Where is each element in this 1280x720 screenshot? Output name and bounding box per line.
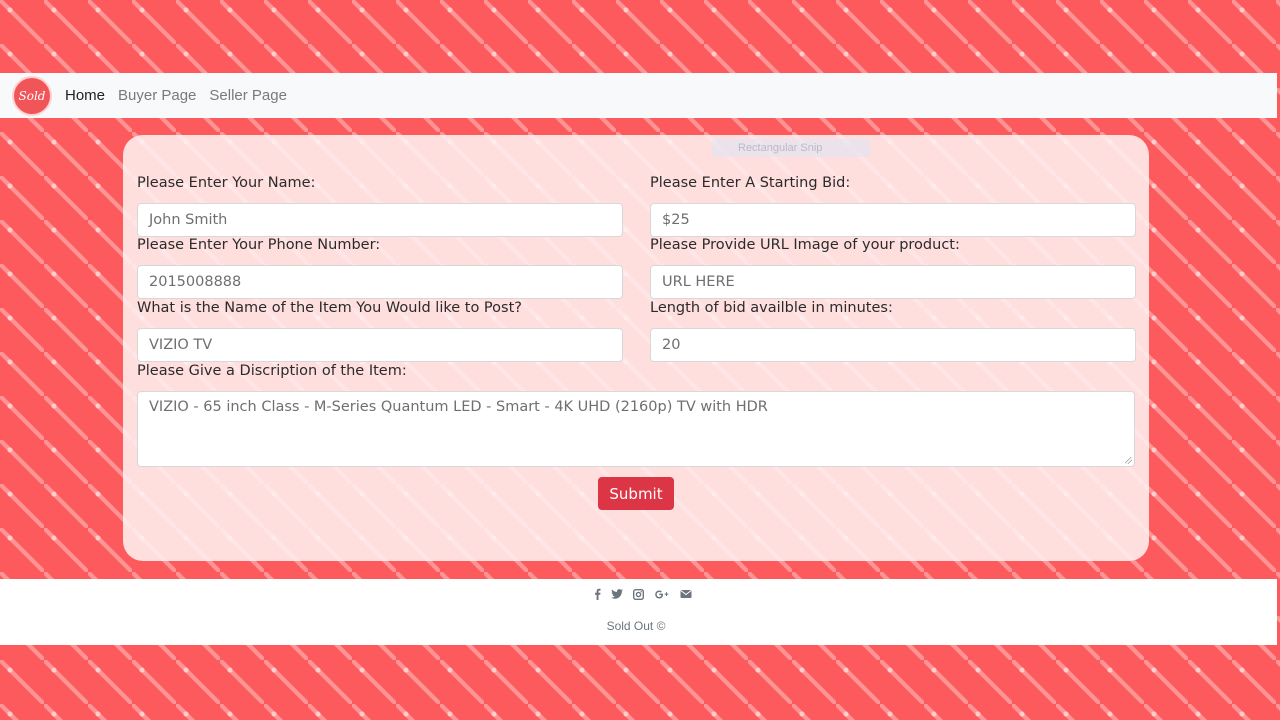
sold-out-logo[interactable]: Sold [12, 75, 52, 116]
nav-link-home[interactable]: Home [65, 87, 105, 104]
instagram-icon[interactable] [633, 588, 644, 600]
phone-input[interactable]: 2015008888 [137, 265, 623, 299]
envelope-icon[interactable] [680, 589, 692, 599]
twitter-icon[interactable] [611, 589, 623, 599]
footer: Sold Out © [0, 579, 1277, 645]
description-text: VIZIO - 65 inch Class - M-Series Quantum… [149, 399, 768, 415]
name-label: Please Enter Your Name: [137, 175, 316, 191]
description-label: Please Give a Discription of the Item: [137, 363, 407, 379]
item-name-label: What is the Name of the Item You Would l… [137, 300, 522, 316]
google-plus-icon[interactable] [654, 589, 670, 600]
resize-grip-icon[interactable] [1125, 457, 1132, 464]
description-textarea[interactable]: VIZIO - 65 inch Class - M-Series Quantum… [137, 391, 1135, 467]
copyright-text: Sold Out © [606, 619, 666, 633]
image-url-label: Please Provide URL Image of your product… [650, 237, 960, 253]
bid-length-input[interactable]: 20 [650, 328, 1136, 362]
starting-bid-label: Please Enter A Starting Bid: [650, 175, 851, 191]
image-url-input[interactable]: URL HERE [650, 265, 1136, 299]
submit-button[interactable]: Submit [598, 477, 674, 510]
navbar: Sold Home Buyer Page Seller Page [0, 73, 1277, 118]
rectangular-snip-overlay: Rectangular Snip [712, 139, 870, 157]
item-name-input[interactable]: VIZIO TV [137, 328, 623, 362]
post-item-form: Rectangular Snip Please Enter Your Name:… [123, 135, 1149, 561]
nav-link-buyer-page[interactable]: Buyer Page [118, 87, 196, 104]
social-links [594, 588, 692, 600]
nav-link-seller-page[interactable]: Seller Page [209, 87, 287, 104]
starting-bid-input[interactable]: $25 [650, 203, 1136, 237]
facebook-icon[interactable] [594, 588, 601, 600]
phone-label: Please Enter Your Phone Number: [137, 237, 381, 253]
name-input[interactable]: John Smith [137, 203, 623, 237]
logo-text: Sold [18, 88, 46, 103]
snip-label: Rectangular Snip [738, 142, 823, 154]
bid-length-label: Length of bid availble in minutes: [650, 300, 893, 316]
